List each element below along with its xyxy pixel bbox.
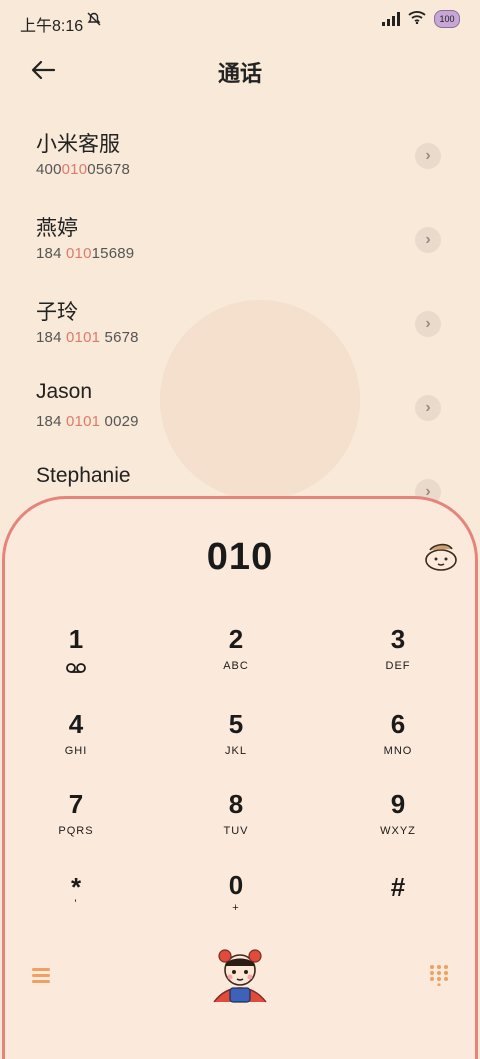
key-5[interactable]: 5 JKL	[181, 709, 291, 779]
battery-icon: 100	[434, 10, 460, 28]
chevron-right-icon[interactable]: ›	[415, 143, 441, 169]
key-star[interactable]: * '	[21, 872, 131, 942]
key-hash[interactable]: #	[343, 872, 453, 942]
menu-icon[interactable]	[30, 964, 52, 986]
mute-icon	[86, 11, 102, 31]
status-icons: 100	[382, 10, 460, 28]
chevron-right-icon[interactable]: ›	[415, 311, 441, 337]
dialed-number: 010	[206, 536, 274, 578]
key-8[interactable]: 8 TUV	[181, 789, 291, 859]
contact-number: 40001005678	[36, 161, 130, 178]
contact-name: Jason	[36, 380, 93, 403]
contact-name: 小米客服	[36, 133, 120, 156]
mascot-icon[interactable]	[421, 538, 461, 572]
page-title: 通话	[217, 61, 262, 86]
header: 通话	[0, 48, 480, 92]
signal-icon	[382, 12, 400, 26]
contact-name: 子玲	[36, 301, 78, 324]
call-button[interactable]	[208, 944, 272, 1010]
chevron-right-icon[interactable]: ›	[415, 227, 441, 253]
wifi-icon	[408, 10, 426, 28]
contact-number: 184 01015689	[36, 245, 135, 262]
contact-row[interactable]: 燕婷 184 01015689 ›	[0, 202, 480, 286]
contact-list: 小米客服 40001005678 › 燕婷 184 01015689 › 子玲 …	[0, 118, 480, 538]
key-2[interactable]: 2 ABC	[181, 624, 291, 694]
contact-name: Stephanie	[36, 464, 131, 487]
contact-name: 燕婷	[36, 217, 78, 240]
key-9[interactable]: 9 WXYZ	[343, 789, 453, 859]
key-1[interactable]: 1	[21, 624, 131, 694]
key-4[interactable]: 4 GHI	[21, 709, 131, 779]
key-3[interactable]: 3 DEF	[343, 624, 453, 694]
bottom-bar	[0, 940, 480, 1020]
key-0[interactable]: 0 +	[181, 870, 291, 940]
status-bar: 上午8:16 100	[0, 0, 480, 40]
chevron-right-icon[interactable]: ›	[415, 395, 441, 421]
keypad-icon[interactable]	[428, 964, 450, 987]
contact-number: 184 0101 0029	[36, 413, 139, 430]
contact-row[interactable]: 子玲 184 0101 5678 ›	[0, 286, 480, 370]
contact-row[interactable]: 小米客服 40001005678 ›	[0, 118, 480, 202]
key-7[interactable]: 7 PQRS	[21, 789, 131, 859]
status-time: 上午8:16	[20, 18, 84, 35]
key-6[interactable]: 6 MNO	[343, 709, 453, 779]
contact-row[interactable]: Jason 184 0101 0029 ›	[0, 370, 480, 454]
contact-number: 184 0101 5678	[36, 329, 139, 346]
voicemail-icon	[64, 661, 88, 673]
